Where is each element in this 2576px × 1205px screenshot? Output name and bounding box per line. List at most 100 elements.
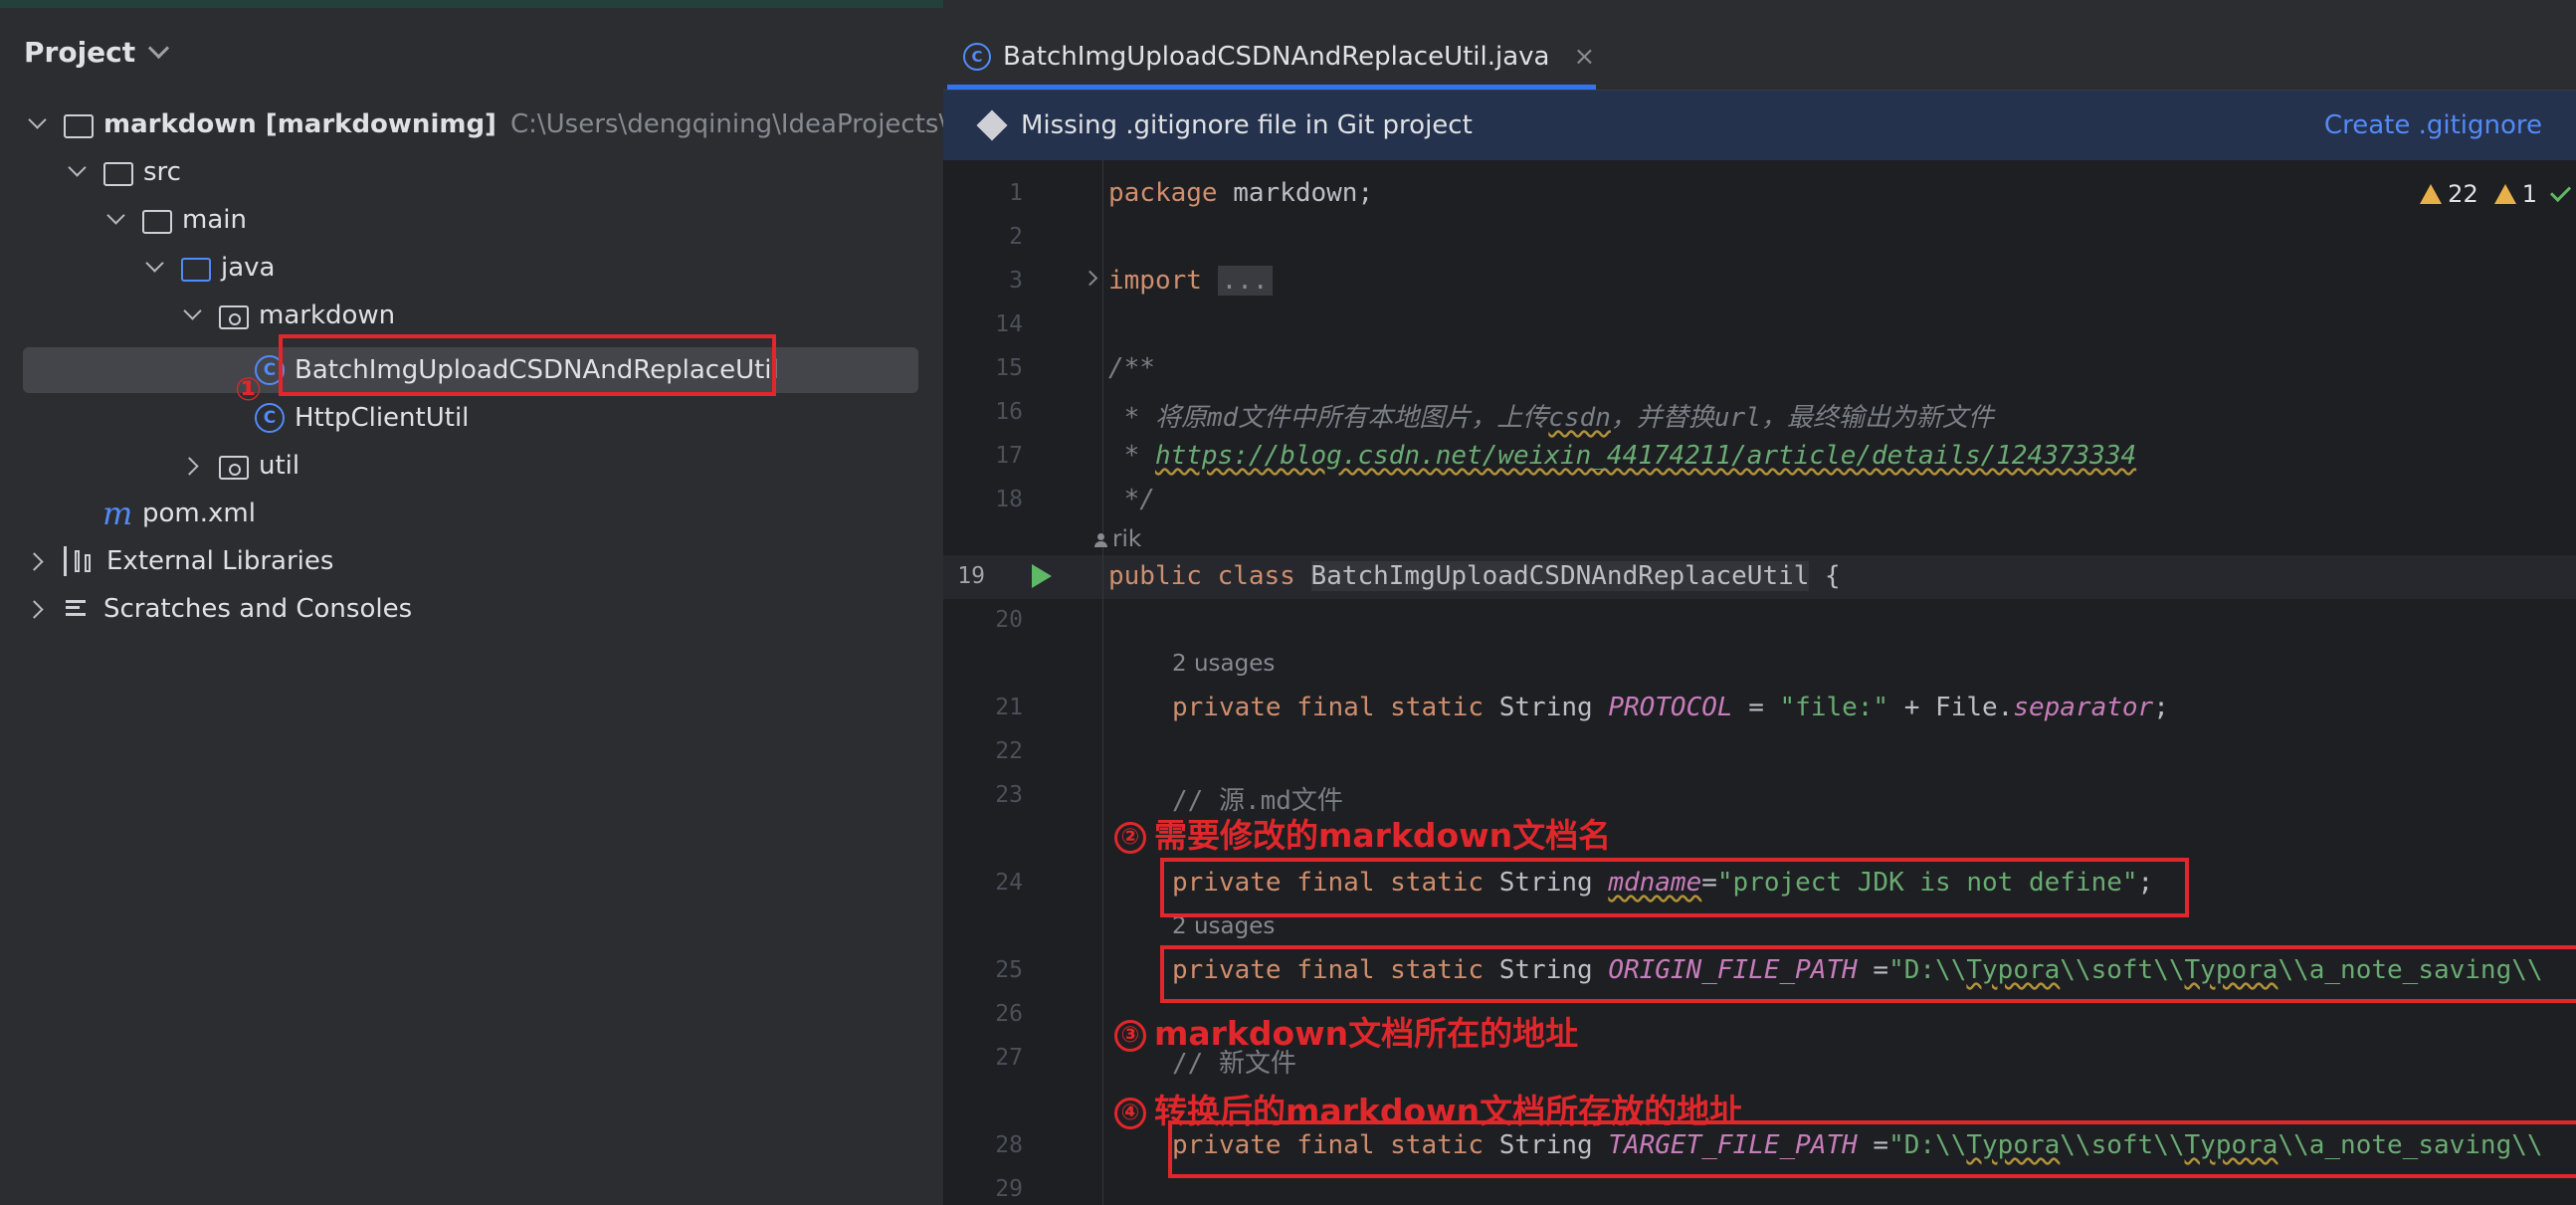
line-number: 29 (995, 1176, 1023, 1202)
line-number: 27 (995, 1045, 1023, 1071)
chevron-right-icon[interactable] (24, 594, 54, 624)
folder-icon (142, 209, 172, 234)
annotation-box-3 (1160, 945, 2576, 1003)
tree-item-scratches[interactable]: Scratches and Consoles (24, 588, 412, 630)
comment-link[interactable]: https://blog.csdn.net/weixin_44174211/ar… (1155, 441, 2136, 471)
chevron-right-icon[interactable] (24, 546, 54, 576)
project-panel-header[interactable]: Project (24, 36, 170, 69)
package-icon (219, 304, 249, 329)
annotation-number-1: ① (235, 370, 263, 408)
tree-item-label: util (259, 451, 300, 481)
line-number: 24 (995, 870, 1023, 896)
editor: C BatchImgUploadCSDNAndReplaceUtil.java … (943, 8, 2576, 1205)
tree-item-markdown-package[interactable]: markdown (179, 295, 395, 336)
keyword: private final static (1172, 693, 1485, 722)
chevron-down-icon[interactable] (179, 301, 209, 330)
create-gitignore-link[interactable]: Create .gitignore (2324, 110, 2542, 140)
chevron-down-icon (148, 37, 170, 60)
code-text: markdown; (1217, 178, 1374, 208)
tree-item-external-libraries[interactable]: External Libraries (24, 540, 333, 582)
chevron-down-icon[interactable] (141, 253, 171, 283)
fold-chevron-icon[interactable] (1082, 270, 1098, 287)
tree-item-java[interactable]: java (141, 247, 275, 289)
tree-item-util[interactable]: util (179, 445, 299, 487)
check-icon (2549, 180, 2572, 202)
active-tab-indicator (947, 85, 1596, 90)
class-icon: C (963, 43, 991, 71)
close-icon[interactable]: × (1574, 42, 1596, 72)
chevron-down-icon[interactable] (64, 157, 94, 187)
field-name: PROTOCOL (1608, 693, 1733, 722)
comment-text: csdn (1548, 403, 1611, 433)
tree-item-label: markdown (259, 301, 396, 330)
line-number: 17 (995, 443, 1023, 469)
annotation-box-4 (1168, 1120, 2576, 1178)
inspection-widget[interactable]: 22 1 (2420, 180, 2572, 208)
line-number-current: 19 (957, 563, 985, 589)
tree-item-label: src (143, 157, 181, 187)
tree-item-httpclient-util[interactable]: C HttpClientUtil (255, 397, 469, 439)
warnings-count: 22 (2448, 180, 2478, 208)
module-path: C:\Users\dengqining\IdeaProjects\mark (509, 109, 1015, 139)
comment-text: ，并替换url，最终输出为新文件 (1610, 403, 1994, 433)
code-line-15: /** (1108, 353, 1155, 383)
run-icon[interactable] (1032, 564, 1052, 588)
tree-item-label: pom.xml (142, 499, 256, 528)
usages-hint[interactable]: 2 usages (1172, 651, 1275, 677)
author-hint[interactable]: rik (1094, 526, 1141, 552)
tree-item-label: Scratches and Consoles (103, 594, 413, 624)
code-text: + File. (1888, 693, 2014, 722)
tab-batch-util-java[interactable]: C BatchImgUploadCSDNAndReplaceUtil.java … (963, 28, 1595, 86)
tree-item-main[interactable]: main (102, 199, 247, 241)
line-number: 25 (995, 957, 1023, 983)
comment-text: * (1108, 441, 1155, 471)
folder-icon (103, 161, 133, 186)
top-strip-accent (0, 0, 943, 8)
code-line-18: */ (1108, 485, 1155, 514)
keyword: package (1108, 178, 1218, 208)
string-literal: "file:" (1779, 693, 1889, 722)
code-text: = (1732, 693, 1780, 722)
chevron-right-icon[interactable] (179, 451, 209, 481)
line-number: 16 (995, 399, 1023, 425)
line-number: 14 (995, 311, 1023, 337)
tree-item-markdown-module[interactable]: markdown [markdownimg] C:\Users\dengqini… (24, 103, 1014, 145)
annotation-box-1 (279, 334, 776, 396)
tab-label: BatchImgUploadCSDNAndReplaceUtil.java (1003, 42, 1550, 72)
code-line-21: private final static String PROTOCOL = "… (1172, 693, 2169, 722)
code-line-19: public class BatchImgUploadCSDNAndReplac… (1108, 561, 1841, 591)
code-text: ; (2153, 693, 2169, 722)
tree-item-label: External Libraries (106, 546, 334, 576)
code-area[interactable]: 22 1 1 2 3 14 15 16 17 18 19 20 21 22 23… (943, 160, 2576, 1205)
keyword: public class (1108, 561, 1295, 591)
field-name: separator (2013, 693, 2154, 722)
tree-item-label: markdown [markdownimg] (103, 109, 496, 139)
keyword: import (1108, 266, 1202, 296)
folded-imports[interactable]: ... (1217, 266, 1273, 296)
tree-item-src[interactable]: src (64, 151, 181, 193)
banner-text: Missing .gitignore file in Git project (1021, 110, 1473, 140)
gitignore-banner: Missing .gitignore file in Git project C… (943, 91, 2576, 160)
line-number: 28 (995, 1132, 1023, 1158)
scratches-icon (64, 594, 94, 624)
chevron-down-icon[interactable] (24, 109, 54, 139)
tree-item-label: main (182, 205, 247, 235)
tree-item-pom[interactable]: m pom.xml (102, 493, 256, 534)
line-number: 2 (1009, 224, 1023, 250)
code-line-1: package markdown; (1108, 178, 1373, 208)
annotation-3: ③ markdown文档所在的地址 (1114, 1007, 1578, 1055)
line-number: 20 (995, 607, 1023, 633)
weak-warnings-count: 1 (2521, 180, 2537, 208)
line-number: 15 (995, 355, 1023, 381)
line-number: 3 (1009, 268, 1023, 294)
comment-text: * 将原md文件中所有本地图片，上传 (1108, 403, 1549, 433)
annotation-box-2 (1160, 858, 2189, 917)
person-icon (1094, 532, 1107, 547)
project-panel: Project markdown [markdownimg] C:\Users\… (0, 8, 1014, 1205)
line-number: 1 (1009, 180, 1023, 206)
libraries-icon (64, 546, 97, 576)
line-number: 26 (995, 1001, 1023, 1027)
chevron-down-icon[interactable] (102, 205, 132, 235)
gutter-separator (1102, 160, 1103, 1205)
line-number: 23 (995, 782, 1023, 808)
